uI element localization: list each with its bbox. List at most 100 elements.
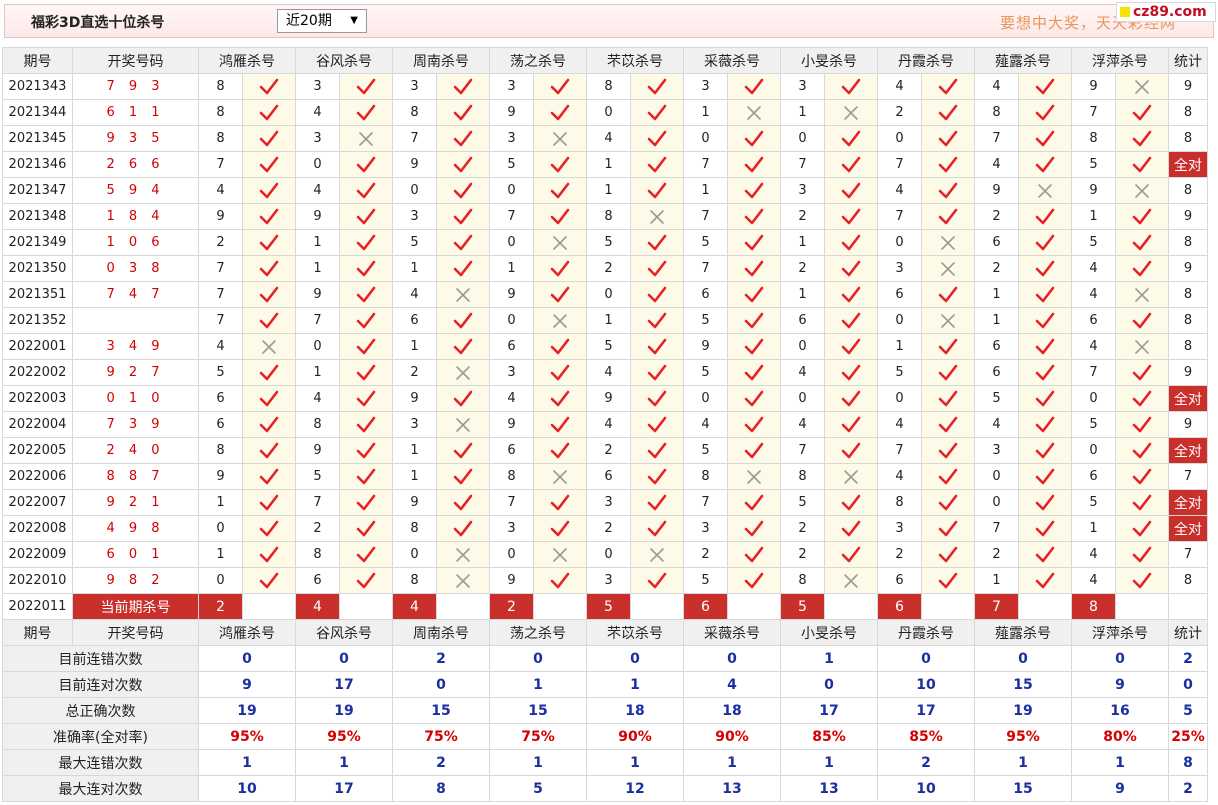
kill-number-cell: 0: [586, 99, 631, 126]
col-header-expert[interactable]: 谷风杀号: [295, 47, 393, 74]
col-header-expert[interactable]: 薤露杀号: [974, 47, 1072, 74]
check-cell: [630, 333, 684, 360]
cross-cell: [921, 307, 975, 334]
check-icon: [452, 208, 474, 224]
stat-cell: 7: [1168, 463, 1208, 490]
col-header-expert[interactable]: 采薇杀号: [683, 47, 781, 74]
check-icon: [1034, 104, 1056, 120]
kill-number-cell: 4: [586, 359, 631, 386]
check-cell: [727, 437, 781, 464]
period-select[interactable]: 近20期 ▼: [277, 9, 367, 33]
check-cell: [1018, 541, 1072, 568]
kill-number-cell: 2: [780, 541, 825, 568]
kill-number-cell: 9: [586, 385, 631, 412]
check-icon: [355, 312, 377, 328]
kill-number-cell: 6: [974, 229, 1019, 256]
check-icon: [355, 260, 377, 276]
current-kill-label: 当前期杀号: [72, 593, 199, 620]
check-cell: [242, 73, 296, 100]
col-header-expert[interactable]: 芣苡杀号: [586, 47, 684, 74]
check-icon: [1034, 390, 1056, 406]
site-logo[interactable]: cz89.com: [1116, 2, 1216, 22]
col-header-expert[interactable]: 周南杀号: [392, 619, 490, 646]
col-header-expert[interactable]: 周南杀号: [392, 47, 490, 74]
kill-number-cell: 0: [877, 229, 922, 256]
kill-number-cell: 8: [295, 541, 340, 568]
summary-stat: 2: [1168, 645, 1208, 672]
current-kill-number: 2: [198, 593, 243, 620]
kill-number-cell: 2: [683, 541, 728, 568]
col-header-expert[interactable]: 谷风杀号: [295, 619, 393, 646]
col-header-expert[interactable]: 荡之杀号: [489, 47, 587, 74]
col-header-expert[interactable]: 浮萍杀号: [1071, 47, 1169, 74]
check-icon: [743, 260, 765, 276]
table-row: 2022001 3 4 940165901648: [2, 333, 1208, 360]
kill-number-cell: 8: [198, 73, 243, 100]
col-header-expert[interactable]: 鸿雁杀号: [198, 47, 296, 74]
check-icon: [937, 286, 959, 302]
winning-number-cell: 4 9 8: [72, 515, 199, 542]
check-icon: [549, 416, 571, 432]
cross-icon: [1034, 183, 1056, 198]
kill-number-cell: 1: [974, 307, 1019, 334]
kill-number-cell: 0: [877, 307, 922, 334]
check-icon: [743, 494, 765, 510]
issue-cell: 2021346: [2, 151, 73, 178]
col-header-expert[interactable]: 小旻杀号: [780, 619, 878, 646]
col-header-expert[interactable]: 小旻杀号: [780, 47, 878, 74]
check-cell: [630, 125, 684, 152]
summary-value: 10: [877, 671, 975, 698]
check-cell: [1018, 125, 1072, 152]
col-header-expert[interactable]: 丹霞杀号: [877, 619, 975, 646]
col-header-expert[interactable]: 荡之杀号: [489, 619, 587, 646]
summary-value: 80%: [1071, 723, 1169, 750]
check-cell: [824, 203, 878, 230]
summary-value: 17: [877, 697, 975, 724]
check-icon: [549, 208, 571, 224]
cross-cell: [1115, 177, 1169, 204]
kill-number-cell: 4: [1071, 333, 1116, 360]
kill-number-cell: 8: [780, 463, 825, 490]
cross-icon: [937, 313, 959, 328]
kill-number-cell: 2: [877, 541, 922, 568]
check-icon: [646, 442, 668, 458]
check-cell: [727, 307, 781, 334]
check-icon: [258, 416, 280, 432]
check-icon: [355, 468, 377, 484]
winning-number-cell: 0 1 0: [72, 385, 199, 412]
col-header-expert[interactable]: 丹霞杀号: [877, 47, 975, 74]
kill-number-cell: 1: [586, 307, 631, 334]
check-icon: [355, 208, 377, 224]
col-header-expert[interactable]: 浮萍杀号: [1071, 619, 1169, 646]
summary-row: 目前连错次数 0 0 2 0 0 0 1 0 0 0 2: [2, 645, 1208, 672]
winning-number-cell: 9 8 2: [72, 567, 199, 594]
summary-value: 1: [780, 645, 878, 672]
kill-number-cell: 0: [974, 463, 1019, 490]
issue-cell: 2022005: [2, 437, 73, 464]
check-cell: [339, 411, 393, 438]
check-cell: [242, 125, 296, 152]
cross-cell: [921, 229, 975, 256]
kill-number-cell: 8: [392, 99, 437, 126]
col-header-expert[interactable]: 薤露杀号: [974, 619, 1072, 646]
cross-cell: [436, 281, 490, 308]
check-icon: [258, 572, 280, 588]
kill-number-cell: 4: [877, 463, 922, 490]
kill-number-cell: 7: [683, 203, 728, 230]
summary-value: 1: [586, 671, 684, 698]
check-cell: [1018, 437, 1072, 464]
kill-number-cell: 7: [392, 125, 437, 152]
col-header-expert[interactable]: 芣苡杀号: [586, 619, 684, 646]
check-cell: [436, 125, 490, 152]
kill-number-cell: 0: [198, 515, 243, 542]
check-icon: [549, 78, 571, 94]
check-icon: [743, 390, 765, 406]
col-header-expert[interactable]: 鸿雁杀号: [198, 619, 296, 646]
check-icon: [549, 572, 571, 588]
col-header-expert[interactable]: 采薇杀号: [683, 619, 781, 646]
check-icon: [1131, 546, 1153, 562]
check-icon: [743, 156, 765, 172]
check-cell: [727, 281, 781, 308]
check-cell: [824, 281, 878, 308]
check-icon: [743, 312, 765, 328]
